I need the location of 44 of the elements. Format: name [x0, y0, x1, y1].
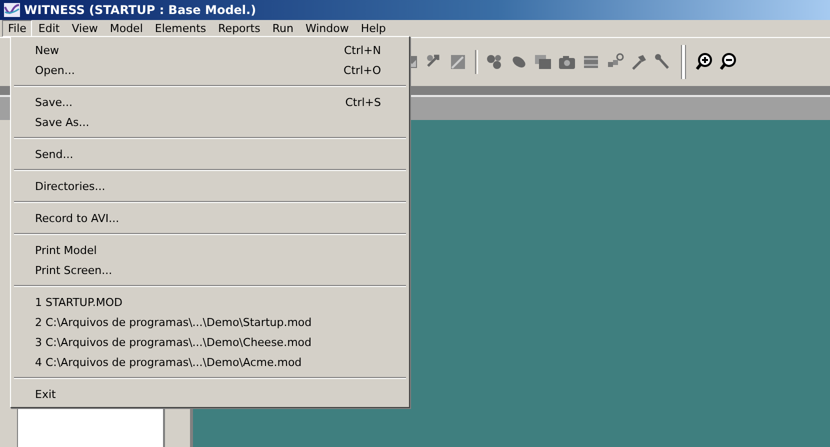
menu-item[interactable]: Exit	[13, 384, 407, 404]
menu-bar-item[interactable]: View	[66, 20, 104, 37]
menu-item-label: Exit	[35, 388, 56, 400]
shortcut-label: Ctrl+S	[345, 96, 381, 108]
menu-item-label: New	[35, 44, 59, 56]
menu-bar-item[interactable]: Help	[354, 20, 392, 37]
menu-item-label: 4 C:\Arquivos de programas\...\Demo\Acme.mod	[35, 356, 302, 368]
zoom-out-icon[interactable]	[718, 52, 738, 72]
shortcut-label: Ctrl+O	[344, 64, 381, 76]
stacked-pictures-icon[interactable]	[533, 52, 553, 72]
menu-item[interactable]: Print Screen...	[13, 260, 407, 280]
menu-bar-item[interactable]: Run	[266, 20, 300, 37]
menu-item-label: Save As...	[35, 116, 90, 128]
menu-item[interactable]: 3 C:\Arquivos de programas\...\Demo\Cheese.mod	[13, 332, 407, 352]
menu-bar-item[interactable]: Elements	[148, 20, 212, 37]
zoom-in-icon[interactable]	[694, 52, 714, 72]
menu-item-label: 1 STARTUP.MOD	[35, 296, 123, 308]
menu-item-label: 2 C:\Arquivos de programas\...\Demo\Startup.mod	[35, 316, 312, 328]
menu-item[interactable]: Open... Ctrl+O	[13, 60, 407, 80]
menu-item-label: Print Model	[35, 244, 97, 256]
menu-item-label: Print Screen...	[35, 264, 112, 276]
menu-item[interactable]: Record to AVI...	[13, 208, 407, 228]
menu-item[interactable]: Send...	[13, 144, 407, 164]
menu-bar-item[interactable]: Window	[299, 20, 355, 37]
menu-item-label: Save...	[35, 96, 72, 108]
menu-bar-item[interactable]: Edit	[32, 20, 66, 37]
menu-item[interactable]: 4 C:\Arquivos de programas\...\Demo\Acme.mod	[13, 352, 407, 372]
menu-item-label: Record to AVI...	[35, 212, 120, 224]
menu-item[interactable]: 1 STARTUP.MOD	[13, 292, 407, 312]
app-logo-icon	[4, 3, 20, 17]
menu-item[interactable]: Directories...	[13, 176, 407, 196]
menu-item-label: 3 C:\Arquivos de programas\...\Demo\Cheese.mod	[35, 336, 312, 348]
menu-item-label: Send...	[35, 148, 74, 160]
menu-item[interactable]: Save As...	[13, 112, 407, 132]
shortcut-label: Ctrl+N	[344, 44, 381, 56]
menu-item[interactable]: Save... Ctrl+S	[13, 92, 407, 112]
menu-bar-item[interactable]: Reports	[212, 20, 266, 37]
menu-bar-item[interactable]: Model	[104, 20, 149, 37]
menu-item[interactable]: 2 C:\Arquivos de programas\...\Demo\Startup.mod	[13, 312, 407, 332]
menu-item[interactable]: New Ctrl+N	[13, 40, 407, 60]
window-title: WITNESS (STARTUP : Base Model.)	[24, 3, 256, 17]
menu-item[interactable]: Print Model	[13, 240, 407, 260]
menu-item-label: Open...	[35, 64, 75, 76]
menu-item-label: Directories...	[35, 180, 106, 192]
